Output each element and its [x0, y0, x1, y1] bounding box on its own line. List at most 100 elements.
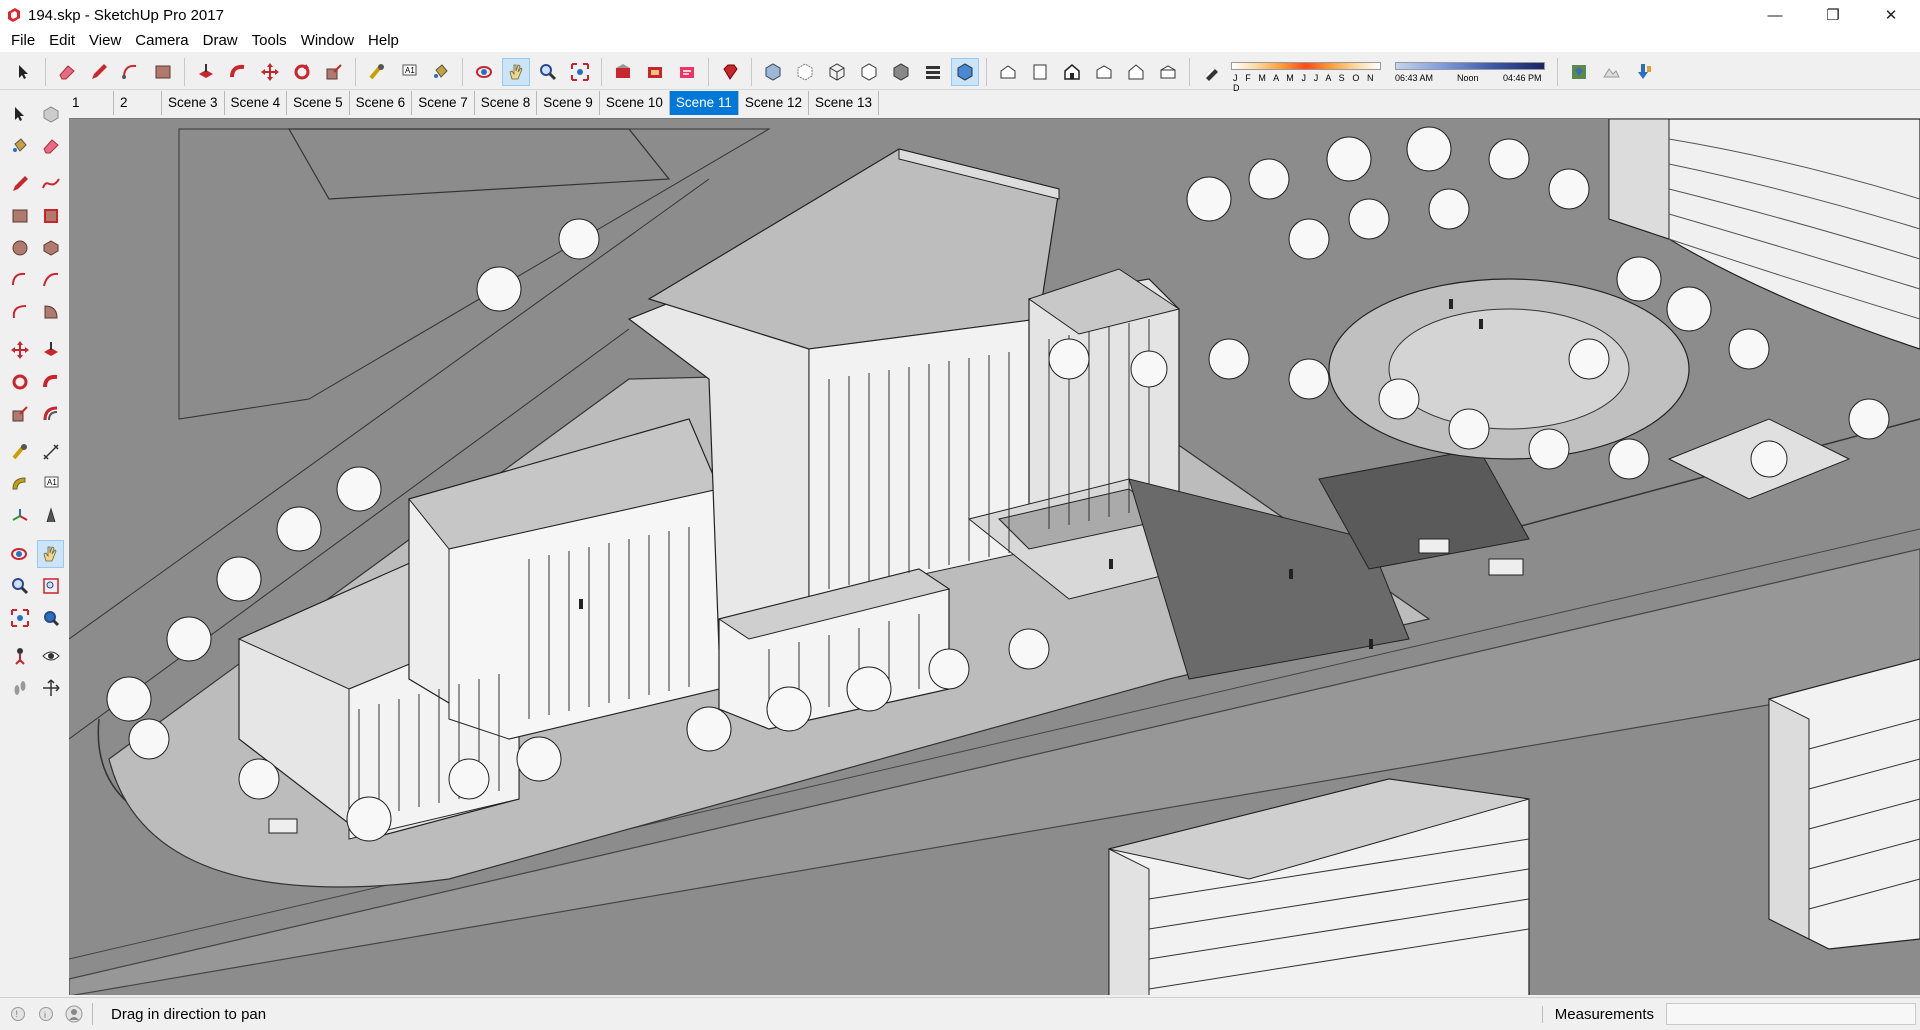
orbit-button[interactable] [470, 58, 498, 86]
restore-button[interactable]: ❐ [1804, 0, 1862, 30]
scene-tab[interactable]: Scene 5 [287, 91, 350, 115]
zoom-window-button[interactable] [37, 572, 64, 600]
xray-style-button[interactable] [759, 58, 787, 86]
two-point-arc-button[interactable] [37, 266, 64, 294]
eraser-tool-button[interactable] [53, 58, 81, 86]
menu-view[interactable]: View [82, 30, 128, 52]
walk-button[interactable] [6, 674, 33, 702]
section-plane-button[interactable] [37, 674, 64, 702]
move-button[interactable] [6, 336, 33, 364]
zoom-button[interactable] [6, 572, 33, 600]
menu-tools[interactable]: Tools [245, 30, 294, 52]
left-view-button[interactable] [1154, 58, 1182, 86]
orbit-button[interactable] [6, 540, 33, 568]
menu-help[interactable]: Help [361, 30, 406, 52]
rotated-rectangle-button[interactable] [37, 202, 64, 230]
top-view-button[interactable] [1026, 58, 1054, 86]
pan-button[interactable] [36, 540, 64, 568]
scale-button[interactable] [6, 400, 33, 428]
zoom-extents-button[interactable] [566, 58, 594, 86]
wireframe-button[interactable] [823, 58, 851, 86]
text-tool-button[interactable]: A1 [37, 470, 64, 498]
account-status-button[interactable] [64, 1004, 84, 1024]
model-viewport[interactable] [69, 118, 1920, 995]
menu-draw[interactable]: Draw [196, 30, 245, 52]
scene-tab[interactable]: Scene 12 [738, 91, 809, 115]
select-tool-button[interactable] [6, 100, 33, 128]
close-button[interactable]: ✕ [1862, 0, 1920, 30]
pie-tool-button[interactable] [37, 298, 64, 326]
toggle-terrain-button[interactable] [1597, 58, 1625, 86]
geolocation-status-button[interactable]: ! [8, 1004, 28, 1024]
line-tool-button[interactable] [6, 170, 33, 198]
protractor-button[interactable] [6, 470, 33, 498]
scene-tab[interactable]: Scene 6 [349, 91, 413, 115]
eraser-tool-button[interactable] [37, 132, 64, 160]
rectangle-tool-button[interactable] [6, 202, 33, 230]
shaded-button[interactable] [887, 58, 915, 86]
scene-tab[interactable]: Scene 8 [474, 91, 538, 115]
extension-warehouse-button[interactable] [716, 58, 744, 86]
freehand-tool-button[interactable] [37, 170, 64, 198]
paint-bucket-button[interactable] [6, 132, 33, 160]
scene-tab[interactable]: Scene 9 [537, 91, 600, 115]
shadow-date-slider[interactable]: J F M A M J J A S O N D [1231, 58, 1381, 93]
dimension-button[interactable] [37, 438, 64, 466]
scene-tab[interactable]: Scene 3 [162, 91, 225, 115]
shadow-time-slider[interactable]: 06:43 AM Noon 04:46 PM [1395, 58, 1545, 86]
shaded-textures-button[interactable] [919, 58, 947, 86]
scene-tab-active[interactable]: Scene 11 [669, 91, 739, 115]
zoom-button[interactable] [534, 58, 562, 86]
arc-tool-button[interactable] [6, 266, 33, 294]
tape-measure-button[interactable] [363, 58, 391, 86]
back-view-button[interactable] [1122, 58, 1150, 86]
previous-view-button[interactable] [37, 604, 64, 632]
look-around-button[interactable] [37, 642, 64, 670]
photo-textures-button[interactable] [1629, 58, 1657, 86]
follow-me-button[interactable] [224, 58, 252, 86]
rotate-button[interactable] [6, 368, 33, 396]
menu-camera[interactable]: Camera [128, 30, 195, 52]
share-model-button[interactable] [641, 58, 669, 86]
menu-edit[interactable]: Edit [42, 30, 82, 52]
scene-tab[interactable]: Scene 13 [808, 91, 880, 115]
select-tool-button[interactable] [10, 58, 38, 86]
tape-measure-button[interactable] [6, 438, 33, 466]
menu-window[interactable]: Window [294, 30, 361, 52]
arc-tool-button[interactable] [117, 58, 145, 86]
make-component-button[interactable] [37, 100, 64, 128]
credits-status-button[interactable]: i [36, 1004, 56, 1024]
text-tool-button[interactable]: A1 [395, 58, 423, 86]
offset-button[interactable] [37, 400, 64, 428]
push-pull-button[interactable] [192, 58, 220, 86]
menu-file[interactable]: File [4, 30, 42, 52]
back-edges-button[interactable] [791, 58, 819, 86]
scene-tab[interactable]: 1 [66, 91, 114, 115]
paint-bucket-button[interactable] [427, 58, 455, 86]
position-camera-button[interactable] [6, 642, 33, 670]
axes-button[interactable] [6, 502, 33, 530]
circle-tool-button[interactable] [6, 234, 33, 262]
3d-text-button[interactable] [37, 502, 64, 530]
move-button[interactable] [256, 58, 284, 86]
zoom-extents-button[interactable] [6, 604, 33, 632]
monochrome-button[interactable] [951, 57, 979, 86]
shadows-toggle-button[interactable] [1197, 58, 1225, 86]
scene-tab[interactable]: Scene 10 [599, 91, 670, 115]
shape-tool-button[interactable] [149, 58, 177, 86]
polygon-tool-button[interactable] [37, 234, 64, 262]
follow-me-button[interactable] [37, 368, 64, 396]
hidden-line-button[interactable] [855, 58, 883, 86]
scene-tab[interactable]: 2 [114, 91, 162, 115]
add-location-button[interactable] [1565, 58, 1593, 86]
push-pull-button[interactable] [37, 336, 64, 364]
scale-button[interactable] [320, 58, 348, 86]
three-point-arc-button[interactable] [6, 298, 33, 326]
scene-tab[interactable]: Scene 7 [412, 91, 475, 115]
rotate-button[interactable] [288, 58, 316, 86]
scene-tab[interactable]: Scene 4 [224, 91, 288, 115]
measurements-input[interactable] [1666, 1003, 1916, 1025]
3d-warehouse-button[interactable] [609, 58, 637, 86]
right-view-button[interactable] [1090, 58, 1118, 86]
front-view-button[interactable] [1058, 58, 1086, 86]
